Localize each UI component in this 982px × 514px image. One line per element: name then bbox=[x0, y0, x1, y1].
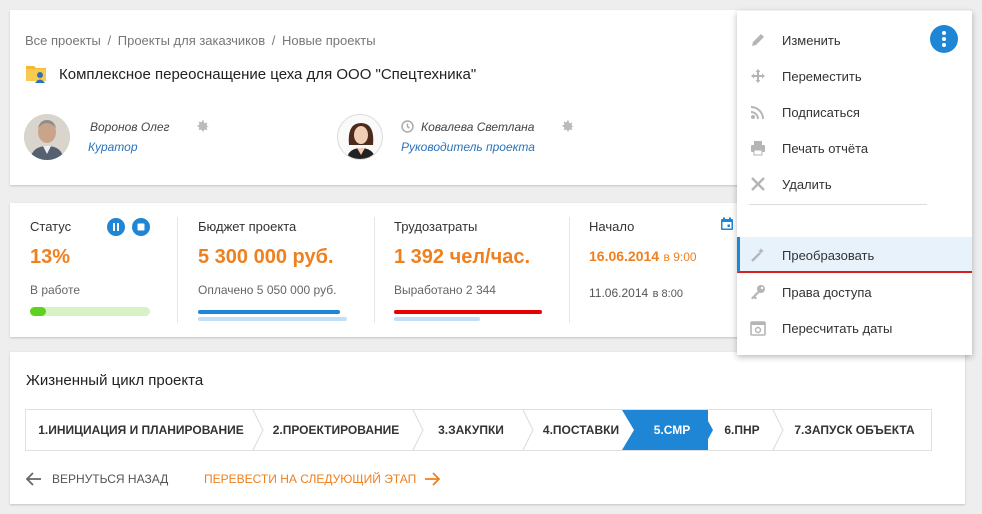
step-deliveries[interactable]: 4.ПОСТАВКИ bbox=[526, 410, 636, 450]
status-progress-fill bbox=[30, 307, 46, 316]
menu-item-delete[interactable]: Удалить bbox=[737, 166, 972, 202]
step-separator-active bbox=[700, 410, 713, 450]
actual-start: 11.06.2014 в 8:00 bbox=[589, 284, 683, 302]
step-separator bbox=[252, 410, 264, 450]
planned-start-time: в 9:00 bbox=[663, 250, 697, 264]
project-title: Комплексное переоснащение цеха для ООО "… bbox=[59, 66, 477, 83]
actual-start-time: в 8:00 bbox=[652, 288, 683, 300]
menu-item-transform[interactable]: Преобразовать bbox=[737, 237, 972, 273]
project-manager-role: Руководитель проекта bbox=[401, 140, 535, 154]
step-separator bbox=[772, 410, 784, 450]
menu-item-label: Печать отчёта bbox=[782, 141, 869, 156]
menu-item-print-report[interactable]: Печать отчёта bbox=[737, 130, 972, 166]
stop-button[interactable] bbox=[132, 218, 150, 236]
step-construction[interactable]: 5.СМР bbox=[636, 410, 708, 450]
menu-item-label: Удалить bbox=[782, 177, 832, 192]
actual-start-date: 11.06.2014 bbox=[589, 286, 649, 300]
status-label: Статус bbox=[30, 219, 72, 234]
labor-bar-track bbox=[394, 317, 480, 321]
step-separator-active bbox=[622, 410, 636, 450]
menu-item-label: Подписаться bbox=[782, 105, 860, 120]
budget-label: Бюджет проекта bbox=[198, 219, 297, 234]
menu-item-move[interactable]: Переместить bbox=[737, 58, 972, 94]
budget-value: 5 300 000 руб. bbox=[198, 246, 334, 268]
menu-item-label: Переместить bbox=[782, 69, 862, 84]
rss-icon bbox=[750, 104, 766, 120]
calendar-refresh-icon bbox=[750, 320, 766, 336]
menu-divider bbox=[749, 204, 927, 205]
start-label: Начало bbox=[589, 219, 635, 234]
status-sub: В работе bbox=[30, 283, 81, 297]
breadcrumb-separator: / bbox=[271, 33, 276, 48]
menu-item-edit[interactable]: Изменить bbox=[737, 22, 972, 58]
lifecycle-card: Жизненный цикл проекта 1.ИНИЦИАЦИЯ И ПЛА… bbox=[10, 352, 965, 504]
labor-stat: Трудозатраты 1 392 чел/час. Выработано 2… bbox=[375, 203, 570, 337]
magic-wand-icon bbox=[750, 247, 766, 263]
labor-sub: Выработано 2 344 bbox=[394, 283, 496, 297]
close-icon bbox=[750, 176, 766, 192]
step-separator bbox=[412, 410, 424, 450]
step-design[interactable]: 2.ПРОЕКТИРОВАНИЕ bbox=[256, 410, 416, 450]
breadcrumb-item-customer-projects[interactable]: Проекты для заказчиков bbox=[118, 33, 265, 48]
planned-start: 16.06.2014 в 9:00 bbox=[589, 248, 697, 266]
next-label: ПЕРЕВЕСТИ НА СЛЕДУЮЩИЙ ЭТАП bbox=[204, 472, 417, 486]
curator-role: Куратор bbox=[88, 140, 138, 154]
menu-item-label: Изменить bbox=[782, 33, 841, 48]
back-label: ВЕРНУТЬСЯ НАЗАД bbox=[52, 472, 169, 486]
key-icon bbox=[750, 284, 766, 300]
status-stat: Статус 13% В работе bbox=[10, 203, 180, 337]
menu-item-subscribe[interactable]: Подписаться bbox=[737, 94, 972, 130]
arrow-right-icon bbox=[425, 472, 441, 486]
budget-bar-track bbox=[198, 317, 347, 321]
budget-stat: Бюджет проекта 5 300 000 руб. Оплачено 5… bbox=[178, 203, 374, 337]
budget-sub: Оплачено 5 050 000 руб. bbox=[198, 283, 337, 297]
status-value: 13% bbox=[30, 246, 71, 268]
pencil-icon bbox=[750, 32, 766, 48]
gear-icon[interactable] bbox=[194, 119, 210, 135]
folder-user-icon bbox=[25, 62, 49, 84]
avatar-curator[interactable] bbox=[24, 114, 70, 160]
start-stat: Начало 16.06.2014 в 9:00 11.06.2014 в 8:… bbox=[570, 203, 740, 337]
step-separator bbox=[522, 410, 534, 450]
lifecycle-stepper: 1.ИНИЦИАЦИЯ И ПЛАНИРОВАНИЕ 2.ПРОЕКТИРОВА… bbox=[25, 409, 932, 451]
status-progress-track bbox=[30, 307, 150, 316]
arrow-left-icon bbox=[26, 472, 41, 486]
project-manager-name[interactable]: Ковалева Светлана bbox=[421, 120, 534, 134]
menu-item-label: Преобразовать bbox=[782, 248, 875, 263]
curator-name[interactable]: Воронов Олег bbox=[90, 120, 169, 134]
step-launch[interactable]: 7.ЗАПУСК ОБЪЕКТА bbox=[776, 410, 931, 450]
breadcrumb: Все проекты / Проекты для заказчиков / Н… bbox=[25, 33, 376, 48]
actions-menu: Изменить Переместить Подписаться Печать … bbox=[737, 11, 972, 355]
printer-icon bbox=[750, 140, 766, 156]
calendar-icon[interactable] bbox=[720, 217, 734, 231]
step-procurement[interactable]: 3.ЗАКУПКИ bbox=[416, 410, 526, 450]
move-icon bbox=[750, 68, 766, 84]
pause-button[interactable] bbox=[107, 218, 125, 236]
menu-item-label: Пересчитать даты bbox=[782, 321, 893, 336]
clock-icon bbox=[401, 120, 414, 133]
labor-value: 1 392 чел/час. bbox=[394, 246, 531, 268]
menu-item-label: Права доступа bbox=[782, 285, 872, 300]
lifecycle-title: Жизненный цикл проекта bbox=[26, 372, 204, 389]
labor-bar-fill bbox=[394, 310, 542, 314]
back-button[interactable]: ВЕРНУТЬСЯ НАЗАД bbox=[26, 472, 168, 486]
step-commissioning[interactable]: 6.ПНР bbox=[708, 410, 776, 450]
planned-start-date: 16.06.2014 bbox=[589, 248, 660, 264]
menu-item-recalculate-dates[interactable]: Пересчитать даты bbox=[737, 310, 972, 346]
avatar-project-manager[interactable] bbox=[337, 114, 383, 160]
step-initiation[interactable]: 1.ИНИЦИАЦИЯ И ПЛАНИРОВАНИЕ bbox=[26, 410, 256, 450]
breadcrumb-separator: / bbox=[107, 33, 112, 48]
breadcrumb-item-all-projects[interactable]: Все проекты bbox=[25, 33, 101, 48]
labor-label: Трудозатраты bbox=[394, 219, 478, 234]
budget-bar-fill bbox=[198, 310, 340, 314]
menu-item-access-rights[interactable]: Права доступа bbox=[737, 274, 972, 310]
gear-icon[interactable] bbox=[559, 119, 575, 135]
next-stage-button[interactable]: ПЕРЕВЕСТИ НА СЛЕДУЮЩИЙ ЭТАП bbox=[204, 472, 441, 486]
breadcrumb-item-new-projects[interactable]: Новые проекты bbox=[282, 33, 376, 48]
